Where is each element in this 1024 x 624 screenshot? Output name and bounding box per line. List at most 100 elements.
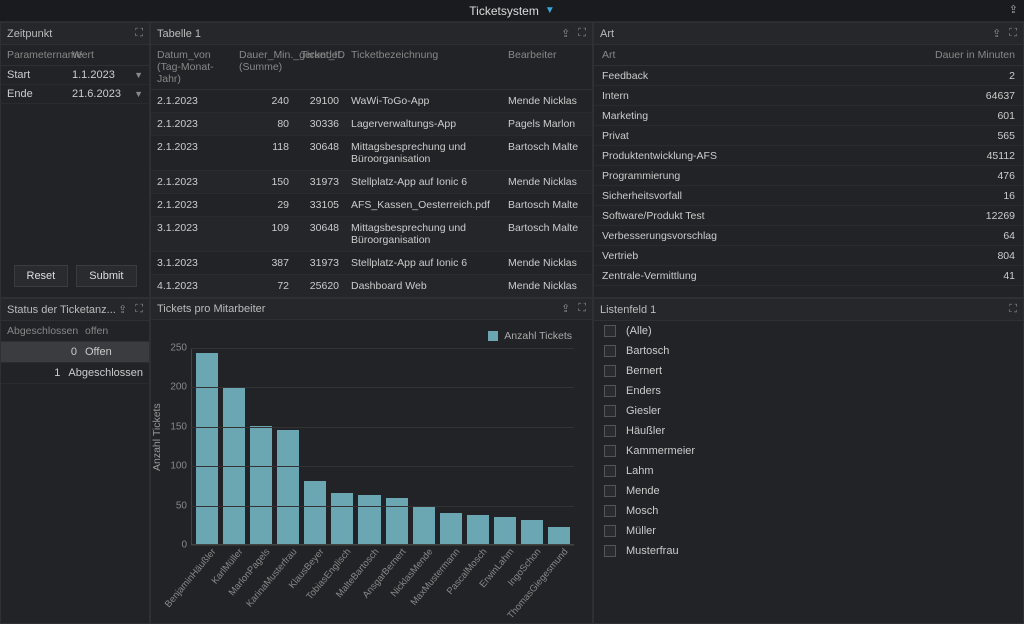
art-row[interactable]: Programmierung476: [594, 166, 1023, 186]
maximize-icon[interactable]: ⛶: [1009, 303, 1017, 316]
list-item[interactable]: Bartosch: [594, 341, 1023, 361]
bar[interactable]: IngoSchon: [521, 348, 543, 544]
maximize-icon[interactable]: ⛶: [578, 27, 586, 40]
export-icon[interactable]: ⇪: [561, 27, 570, 40]
col-dauer[interactable]: Dauer_Min._gerundet (Summe): [233, 45, 295, 90]
list-item[interactable]: Bernert: [594, 361, 1023, 381]
art-row[interactable]: Vertrieb804: [594, 246, 1023, 266]
bar[interactable]: KarinaMusterfrau: [277, 348, 299, 544]
checkbox[interactable]: [604, 505, 616, 517]
cell-datum: 2.1.2023: [151, 194, 233, 217]
bar[interactable]: BenjaminHäußler: [196, 348, 218, 544]
cell-bezeichnung: Mittagsbesprechung und Büroorganisation: [345, 217, 502, 252]
list-item[interactable]: Lahm: [594, 461, 1023, 481]
list-item[interactable]: Kammermeier: [594, 441, 1023, 461]
col-bezeichnung[interactable]: Ticketbezeichnung: [345, 45, 502, 90]
bar[interactable]: KlausBeyer: [304, 348, 326, 544]
art-row[interactable]: Produktentwicklung-AFS45112: [594, 146, 1023, 166]
bar-fill: [196, 353, 218, 544]
art-col-name: Art: [602, 49, 615, 61]
status-row[interactable]: 0Offen: [1, 342, 149, 363]
grid-line: [191, 387, 574, 388]
art-value: 804: [997, 250, 1015, 262]
art-name: Zentrale-Vermittlung: [602, 270, 697, 282]
submit-button[interactable]: Submit: [76, 265, 136, 287]
list-item[interactable]: Musterfrau: [594, 541, 1023, 561]
art-row[interactable]: Zentrale-Vermittlung41: [594, 266, 1023, 286]
art-row[interactable]: Feedback2: [594, 66, 1023, 86]
bar-fill: [467, 515, 489, 544]
status-count: 1: [7, 367, 68, 379]
bar-fill: [250, 426, 272, 544]
checkbox[interactable]: [604, 465, 616, 477]
zeitpunkt-row[interactable]: Start1.1.2023▼: [1, 66, 149, 85]
bar[interactable]: TobiasEnglisch: [331, 348, 353, 544]
table-row[interactable]: 2.1.20232933105AFS_Kassen_Oesterreich.pd…: [151, 194, 592, 217]
table-row[interactable]: 2.1.20238030336Lagerverwaltungs-AppPagel…: [151, 113, 592, 136]
bar[interactable]: KarlMüller: [223, 348, 245, 544]
param-value: 1.1.2023: [72, 69, 134, 81]
list-item[interactable]: Enders: [594, 381, 1023, 401]
checkbox[interactable]: [604, 325, 616, 337]
list-item[interactable]: (Alle): [594, 321, 1023, 341]
list-item[interactable]: Müller: [594, 521, 1023, 541]
art-row[interactable]: Intern64637: [594, 86, 1023, 106]
checkbox[interactable]: [604, 345, 616, 357]
tabelle1-table: Datum_von (Tag-Monat-Jahr) Dauer_Min._ge…: [151, 45, 592, 297]
export-icon[interactable]: ⇪: [561, 302, 570, 315]
list-item[interactable]: Giesler: [594, 401, 1023, 421]
col-ticketid[interactable]: Ticket_ID: [295, 45, 345, 90]
zeitpunkt-row[interactable]: Ende21.6.2023▼: [1, 85, 149, 104]
bar[interactable]: AnsgarBernert: [386, 348, 408, 544]
bar[interactable]: NicklasMende: [413, 348, 435, 544]
art-row[interactable]: Privat565: [594, 126, 1023, 146]
export-icon[interactable]: ⇪: [118, 303, 127, 316]
checkbox[interactable]: [604, 485, 616, 497]
maximize-icon[interactable]: ⛶: [578, 302, 586, 315]
checkbox[interactable]: [604, 365, 616, 377]
maximize-icon[interactable]: ⛶: [135, 27, 143, 40]
checkbox[interactable]: [604, 405, 616, 417]
table-row[interactable]: 2.1.202311830648Mittagsbesprechung und B…: [151, 136, 592, 171]
art-value: 16: [1003, 190, 1015, 202]
chevron-down-icon[interactable]: ▼: [134, 89, 143, 99]
bar[interactable]: PascalMosch: [467, 348, 489, 544]
list-item[interactable]: Häußler: [594, 421, 1023, 441]
cell-datum: 2.1.2023: [151, 90, 233, 113]
grid-line: [191, 427, 574, 428]
bar[interactable]: MaxMustermann: [440, 348, 462, 544]
art-row[interactable]: Marketing601: [594, 106, 1023, 126]
list-item[interactable]: Mende: [594, 481, 1023, 501]
checkbox[interactable]: [604, 545, 616, 557]
table-row[interactable]: 2.1.202315031973Stellplatz-App auf Ionic…: [151, 171, 592, 194]
export-icon[interactable]: ⇪: [992, 27, 1001, 40]
maximize-icon[interactable]: ⛶: [1009, 27, 1017, 40]
listenfeld-title: Listenfeld 1: [600, 304, 656, 316]
bar[interactable]: MalteBartosch: [358, 348, 380, 544]
maximize-icon[interactable]: ⛶: [135, 303, 143, 316]
table-row[interactable]: 3.1.202338731973Stellplatz-App auf Ionic…: [151, 252, 592, 275]
checkbox[interactable]: [604, 445, 616, 457]
checkbox[interactable]: [604, 425, 616, 437]
art-row[interactable]: Sicherheitsvorfall 16: [594, 186, 1023, 206]
bar[interactable]: ErwinLahm: [494, 348, 516, 544]
art-row[interactable]: Verbesserungsvorschlag64: [594, 226, 1023, 246]
export-icon[interactable]: ⇪: [1009, 3, 1018, 16]
status-row[interactable]: 1Abgeschlossen: [1, 363, 149, 384]
filter-icon[interactable]: ▼: [545, 5, 555, 16]
table-row[interactable]: 2.1.202324029100WaWi-ToGo-AppMende Nickl…: [151, 90, 592, 113]
reset-button[interactable]: Reset: [14, 265, 69, 287]
bar[interactable]: MarlonPagels: [250, 348, 272, 544]
col-bearbeiter[interactable]: Bearbeiter: [502, 45, 592, 90]
checkbox[interactable]: [604, 525, 616, 537]
checkbox[interactable]: [604, 385, 616, 397]
col-datum[interactable]: Datum_von (Tag-Monat-Jahr): [151, 45, 233, 90]
table-row[interactable]: 3.1.202310930648Mittagsbesprechung und B…: [151, 217, 592, 252]
chevron-down-icon[interactable]: ▼: [134, 70, 143, 80]
list-item[interactable]: Mosch: [594, 501, 1023, 521]
art-name: Sicherheitsvorfall: [602, 190, 682, 202]
cell-ticketid: 33105: [295, 194, 345, 217]
bar[interactable]: ThomasGiegesmund: [548, 348, 570, 544]
table-row[interactable]: 4.1.20237225620Dashboard WebMende Nickla…: [151, 275, 592, 298]
art-row[interactable]: Software/Produkt Test12269: [594, 206, 1023, 226]
